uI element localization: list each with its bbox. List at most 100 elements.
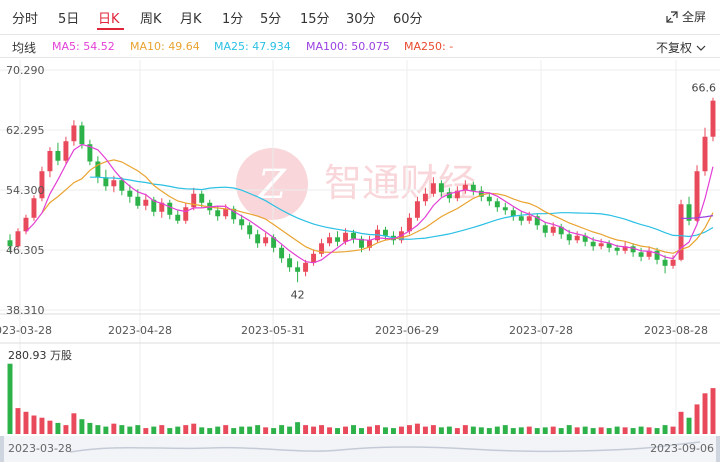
time-range-navigator[interactable]: 2023-03-28 2023-09-06 (0, 436, 720, 462)
candle-body (327, 237, 333, 244)
candle-body (287, 258, 293, 268)
volume-bar (614, 426, 620, 434)
candle-body (55, 150, 61, 161)
x-tick-label: 2023-08-28 (644, 324, 708, 337)
tab-monthly-k[interactable]: 月K (180, 8, 202, 27)
volume-bar (438, 427, 444, 434)
candle-body (430, 183, 436, 194)
tab-1min[interactable]: 1分 (222, 8, 243, 27)
candle-body (167, 202, 173, 215)
navigator-right-handle[interactable] (716, 436, 720, 462)
volume-bar (191, 423, 197, 434)
volume-bar (23, 411, 29, 434)
volume-bar (215, 426, 221, 434)
navigator-left-handle[interactable] (0, 436, 4, 462)
y-tick-label: 70.290 (6, 64, 45, 77)
candle-body (710, 100, 716, 137)
candle-body (79, 125, 85, 145)
ma-legend: 均线 MA5: 54.52 MA10: 49.64 MA25: 47.934 M… (0, 38, 720, 56)
candle-body (71, 125, 77, 142)
fullscreen-button[interactable]: 全屏 (666, 8, 706, 25)
candle-body (574, 235, 580, 241)
candle-body (335, 237, 341, 242)
candle-body (694, 171, 700, 221)
candle-body (382, 229, 388, 236)
volume-bar (223, 425, 229, 434)
volume-bar (646, 427, 652, 434)
volume-bar (390, 428, 396, 434)
volume-bar (582, 426, 588, 434)
price-adjust-dropdown[interactable]: 不复权 (656, 39, 706, 56)
candle-body (470, 184, 476, 191)
volume-bar (694, 404, 700, 434)
volume-bar (143, 428, 149, 434)
ma100-value: MA100: 50.075 (306, 40, 390, 53)
volume-bar (606, 428, 612, 434)
candle-body (550, 226, 556, 233)
volume-bar (263, 427, 269, 434)
volume-bar (103, 426, 109, 434)
tab-5day[interactable]: 5日 (58, 8, 79, 27)
candle-body (486, 196, 492, 202)
navigator-start-date: 2023-03-28 (8, 442, 72, 455)
candle-body (502, 207, 508, 211)
volume-bar (31, 415, 37, 434)
tab-60min[interactable]: 60分 (393, 8, 423, 27)
kline-chart[interactable]: 70.290 62.295 54.300 46.305 38.310 2023-03-28… (0, 60, 720, 436)
candle-body (183, 207, 189, 221)
volume-bar (414, 423, 420, 434)
y-tick-label: 38.310 (6, 304, 45, 317)
volume-bar (127, 426, 133, 434)
volume-bar (486, 428, 492, 434)
volume-bar (462, 425, 468, 434)
y-tick-label: 62.295 (6, 124, 45, 137)
volume-bar (111, 423, 117, 434)
volume-bar (79, 419, 85, 434)
tab-weekly-k[interactable]: 周K (140, 8, 162, 27)
tab-5min[interactable]: 5分 (260, 8, 281, 27)
period-tabbar: 分时 5日 日K 周K 月K 1分 5分 15分 30分 60分 全屏 (0, 0, 720, 34)
volume-bar (638, 426, 644, 434)
candle-body (598, 243, 604, 247)
candle-body (223, 208, 229, 217)
volume-bar (295, 422, 301, 434)
volume-bar (590, 428, 596, 434)
volume-bar (319, 425, 325, 434)
ma10-value: MA10: 49.64 (130, 40, 200, 53)
volume-bar (207, 428, 213, 434)
low-price-annotation: 42 (291, 288, 305, 301)
volume-bar (279, 425, 285, 434)
navigator-sparkline (69, 441, 701, 453)
volume-bar (502, 425, 508, 434)
candle-body (638, 252, 644, 257)
volume-bar (303, 425, 309, 434)
navigator-end-date: 2023-09-06 (650, 442, 714, 455)
volume-bar (239, 426, 245, 434)
volume-bar (550, 426, 556, 434)
volume-label: 280.93 万股 (8, 349, 72, 362)
x-tick-label: 2023-07-28 (509, 324, 573, 337)
expand-icon (666, 10, 678, 23)
tab-15min[interactable]: 15分 (300, 8, 330, 27)
volume-bar (654, 428, 660, 434)
volume-bar (327, 427, 333, 434)
volume-bar (167, 428, 173, 434)
candle-body (279, 247, 285, 259)
x-tick-label: 2023-04-28 (108, 324, 172, 337)
volume-bar (63, 425, 69, 434)
tab-daily-k[interactable]: 日K (98, 8, 120, 27)
volume-bar (702, 393, 708, 434)
tab-30min[interactable]: 30分 (346, 8, 376, 27)
tab-intraday[interactable]: 分时 (12, 8, 38, 27)
volume-bar (367, 426, 372, 434)
x-tick-label: 2023-03-28 (0, 324, 52, 337)
volume-bar (135, 425, 141, 434)
volume-bar (47, 420, 53, 434)
ma-legend-title: 均线 (12, 41, 37, 55)
candle-body (702, 136, 708, 172)
candle-body (438, 183, 444, 193)
candle-body (303, 262, 309, 272)
chevron-down-icon (696, 45, 706, 51)
volume-bar (95, 425, 101, 434)
volume-bar (287, 426, 293, 434)
